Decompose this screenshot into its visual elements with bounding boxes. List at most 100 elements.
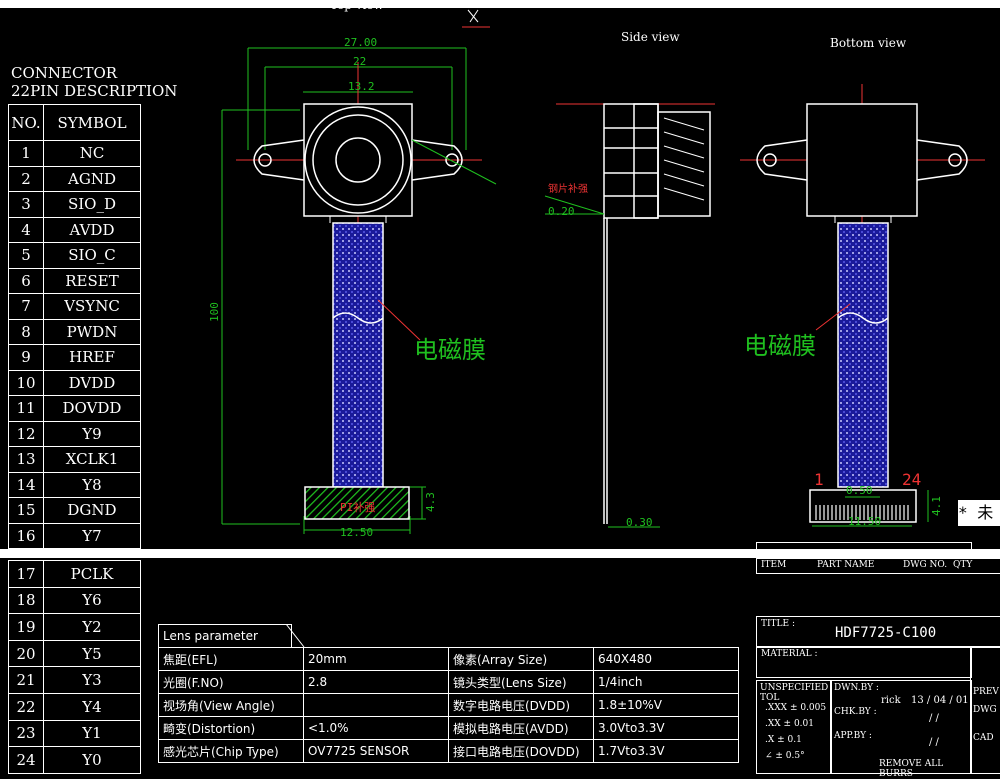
pin-symbol: Y2 [43,613,141,641]
lens-param-value: 1/4inch [593,670,739,694]
lens-param-name: 畸变(Distortion) [158,716,304,740]
lens-row: 视场角(View Angle) 数字电路电压(DVDD) 1.8±10%V [158,693,739,717]
tb-dwg: DWG [973,705,997,715]
tb-dwn-by: DWN.BY : [834,683,879,693]
lens-row: 光圈(F.NO) 2.8 镜头类型(Lens Size) 1/4inch [158,670,739,694]
dim-side-bottom: 0.30 [626,516,653,529]
note-star: * 未 [958,500,1000,526]
tb-title-row: TITLE : HDF7725-C100 [756,616,1000,648]
lens-row: 焦距(EFL) 20mm 像素(Array Size) 640X480 [158,647,739,671]
tb-app-by: APP.BY : [834,731,872,741]
lens-row: 感光芯片(Chip Type) OV7725 SENSOR 接口电路电压(DOVDD… [158,739,739,763]
pin-row: 19 Y2 [8,613,141,641]
pin-row: 23 Y1 [8,719,141,748]
tb-dwg-no: DWG NO. [903,560,948,570]
pin-symbol: Y4 [43,692,141,721]
emi-film-label-bottom: 电磁膜 [744,332,816,360]
lens-param-value [303,693,449,717]
tb-tol4: ∠ ± 0.5° [765,751,805,761]
lens-param-name: 接口电路电压(DOVDD) [448,739,594,763]
lens-param-value: <1.0% [303,716,449,740]
lens-parameter-title: Lens parameter [158,624,292,647]
pin-symbol: Y3 [43,666,141,694]
emi-film-label-top: 电磁膜 [414,336,486,364]
tb-app-date: / / [929,737,939,748]
tb-date: 13 / 04 / 01 [911,695,969,706]
lens-param-name: 模拟电路电压(AVDD) [448,716,594,740]
tb-tol1: .XXX ± 0.005 [765,703,827,713]
lens-param-value: 640X480 [593,647,739,671]
dim-bottom-h: 4.1 [930,496,943,516]
dim-pad-width: 12.50 [340,526,373,539]
dim-pad-height: 4.3 [424,492,437,512]
lens-param-value: 1.7Vto3.3V [593,739,739,763]
lens-title-tab-icon [286,624,305,648]
tb-side-col: PREV DWG CAD [970,646,1000,774]
side-view-drawing [544,103,715,528]
lens-param-name: 焦距(EFL) [158,647,304,671]
dim-13: 13.2 [348,80,375,93]
pin-number: 19 [8,613,44,641]
tb-dwn-block: DWN.BY : rick 13 / 04 / 01 CHK.BY : / / … [830,680,972,779]
lens-param-value: 20mm [303,647,449,671]
tb-header-strip [756,542,972,551]
tb-material: MATERIAL : [761,649,818,659]
tb-prev: PREV [973,687,999,697]
pin-number: 18 [8,586,44,615]
tb-material-row: MATERIAL : [756,646,972,678]
steel-stiffener-label: 钢片补强 [548,182,588,195]
pin-symbol: Y5 [43,639,141,668]
pin-number: 22 [8,692,44,721]
tb-chk-date: / / [929,713,939,724]
tb-tol2: .XX ± 0.01 [765,719,814,729]
pin-row: 22 Y4 [8,692,141,721]
tb-item-row: ITEM PART NAME DWG NO. QTY [756,558,1000,574]
lens-param-value: OV7725 SENSOR [303,739,449,763]
pin-table-lower: 17 PCLK 18 Y6 19 Y2 20 Y5 21 Y3 22 Y4 23 Y1 24 Y0 [8,560,141,774]
lens-param-value: 1.8±10%V [593,693,739,717]
tb-title-value: HDF7725-C100 [835,625,937,641]
ground-symbol-icon [462,9,490,28]
lens-param-name: 数字电路电压(DVDD) [448,693,594,717]
pin-row: 18 Y6 [8,586,141,615]
pin-symbol: PCLK [43,560,141,588]
lens-param-value: 3.0Vto3.3V [593,716,739,740]
pin-first-label: 1 [814,470,824,489]
pin-number: 23 [8,719,44,748]
pin-last-label: 24 [902,470,921,489]
tb-tol-block: UNSPECIFIED TOL .XXX ± 0.005 .XX ± 0.01 … [756,680,832,774]
tb-remove: REMOVE ALL BURRS [879,759,944,779]
lens-param-name: 像素(Array Size) [448,647,594,671]
dim-length: 100 [208,302,221,322]
pin-symbol: Y6 [43,586,141,615]
tb-title-label: TITLE : [761,619,796,629]
pin-number: 17 [8,560,44,588]
pin-row: 21 Y3 [8,666,141,694]
dim-27: 27.00 [344,36,377,49]
pin-number: 24 [8,746,44,774]
lens-parameter-table: 焦距(EFL) 20mm 像素(Array Size) 640X480 光圈(F.NO)… [158,647,739,763]
pin-number: 21 [8,666,44,694]
tb-drawer: rick [881,695,901,706]
lens-param-name: 镜头类型(Lens Size) [448,670,594,694]
tb-tol3: .X ± 0.1 [765,735,802,745]
pin-row: 17 PCLK [8,560,141,588]
dim-pitch: 0.50 [846,484,873,497]
tb-item: ITEM [761,560,787,570]
dim-bottom-pad: 11.50 [848,515,881,528]
pin-symbol: Y1 [43,719,141,748]
lens-param-name: 光圈(F.NO) [158,670,304,694]
tb-cad: CAD [973,733,994,743]
top-view-drawing [221,47,497,534]
tb-part-name: PART NAME [817,560,875,570]
lens-param-name: 视场角(View Angle) [158,693,304,717]
lens-param-value: 2.8 [303,670,449,694]
dim-side-thick: 0.20 [548,205,575,218]
pin-row: 24 Y0 [8,746,141,774]
lens-row: 畸变(Distortion) <1.0% 模拟电路电压(AVDD) 3.0Vto3.3… [158,716,739,740]
pin-number: 20 [8,639,44,668]
tb-qty: QTY [953,560,973,570]
bottom-view-drawing [740,84,985,527]
lens-param-name: 感光芯片(Chip Type) [158,739,304,763]
pin-symbol: Y0 [43,746,141,774]
